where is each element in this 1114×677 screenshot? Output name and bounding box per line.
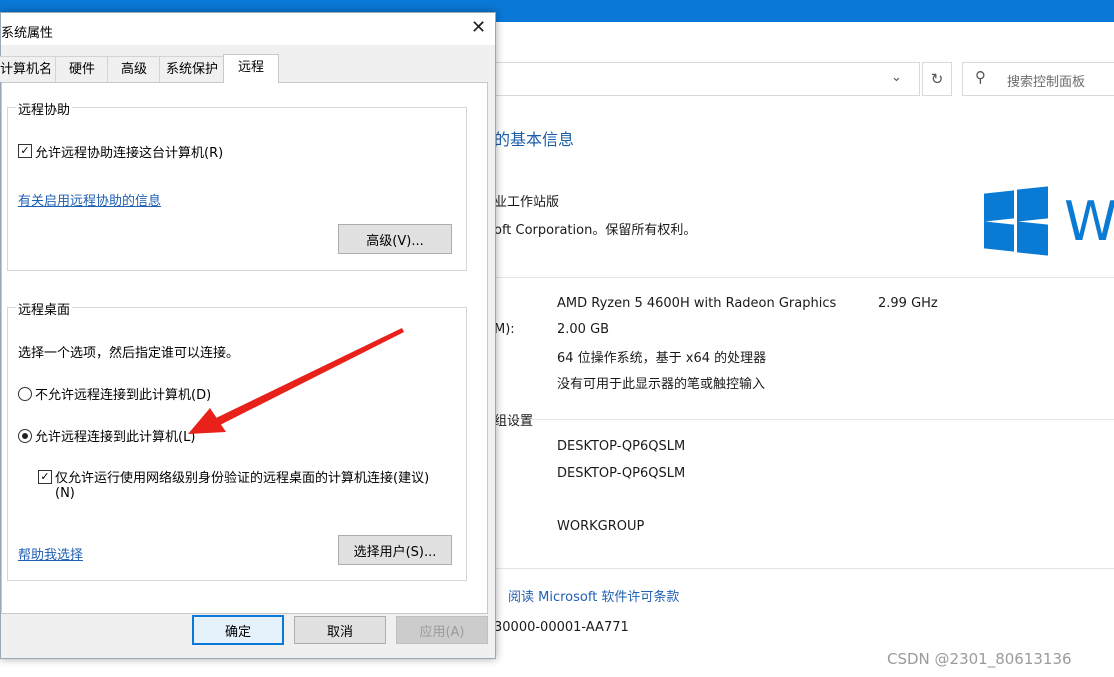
nla-label-mnemonic[interactable]: (N): [55, 486, 75, 501]
section-settings-label: 组设置: [494, 414, 534, 429]
dialog-titlebar: 系统属性 ✕: [1, 13, 495, 45]
divider: [494, 277, 1114, 278]
workgroup-value: WORKGROUP: [557, 519, 645, 534]
allow-assistance-checkbox[interactable]: ✓: [18, 144, 32, 158]
ok-button[interactable]: 确定: [192, 615, 284, 645]
tab-hardware[interactable]: 硬件: [55, 56, 109, 82]
tab-advanced[interactable]: 高级: [107, 56, 161, 82]
assistance-info-link[interactable]: 有关启用远程协助的信息: [18, 190, 161, 209]
windows-logo-icon: [984, 186, 1048, 256]
annotation-arrow: [188, 328, 404, 434]
processor-value: AMD Ryzen 5 4600H with Radeon Graphics: [557, 296, 837, 311]
watermark: CSDN @2301_80613136: [887, 650, 1072, 668]
divider: [494, 568, 1114, 569]
system-type-value: 64 位操作系统，基于 x64 的处理器: [557, 351, 767, 366]
allow-remote-radio[interactable]: [18, 429, 32, 443]
search-placeholder: 搜索控制面板: [1007, 75, 1086, 90]
ram-label: M):: [494, 322, 515, 337]
deny-remote-radio[interactable]: [18, 387, 32, 401]
ram-value: 2.00 GB: [557, 322, 610, 337]
chevron-down-icon[interactable]: ⌄: [891, 70, 902, 85]
tab-remote[interactable]: 远程: [223, 54, 279, 83]
tab-system-protection[interactable]: 系统保护: [159, 56, 225, 82]
windows-logo-text: W: [1064, 190, 1114, 253]
remote-assistance-label: 远程协助: [16, 99, 73, 118]
arrow-shaft: [216, 328, 404, 425]
full-name-value: DESKTOP-QP6QSLM: [557, 466, 686, 481]
nla-label[interactable]: 仅允许运行使用网络级别身份验证的远程桌面的计算机连接(建议): [55, 467, 429, 486]
remote-assistance-group: 远程协助 ✓ 允许远程协助连接这台计算机(R) 有关启用远程协助的信息 高级(V…: [7, 99, 467, 271]
refresh-icon[interactable]: ↻: [922, 62, 952, 96]
search-icon: ⚲: [975, 68, 986, 86]
processor-speed: 2.99 GHz: [878, 296, 938, 311]
dialog-title: 系统属性: [1, 26, 54, 41]
advanced-button[interactable]: 高级(V)...: [338, 224, 452, 254]
tab-computer-name[interactable]: 计算机名: [0, 56, 57, 82]
address-bar[interactable]: [460, 62, 920, 96]
cancel-button[interactable]: 取消: [294, 616, 386, 644]
close-icon[interactable]: ✕: [471, 17, 486, 38]
copyright-text: oft Corporation。保留所有权利。: [494, 223, 697, 238]
windows-edition: 业工作站版: [494, 195, 560, 210]
product-id-value: 30000-00001-AA771: [494, 620, 629, 635]
divider: [530, 419, 1114, 420]
nla-checkbox[interactable]: ✓: [38, 470, 52, 484]
help-me-choose-link[interactable]: 帮助我选择: [18, 544, 83, 563]
tab-strip: 计算机名 硬件 高级 系统保护 远程: [0, 46, 495, 83]
allow-assistance-label[interactable]: 允许远程协助连接这台计算机(R): [35, 142, 223, 161]
license-terms-link[interactable]: 阅读 Microsoft 软件许可条款: [508, 586, 679, 605]
pen-touch-value: 没有可用于此显示器的笔或触控输入: [557, 377, 766, 392]
search-input[interactable]: ⚲ 搜索控制面板: [962, 62, 1114, 96]
allow-remote-label[interactable]: 允许远程连接到此计算机(L): [35, 426, 195, 445]
apply-button[interactable]: 应用(A): [396, 616, 488, 644]
remote-desktop-label: 远程桌面: [16, 299, 73, 318]
computer-name-value: DESKTOP-QP6QSLM: [557, 439, 686, 454]
select-users-button[interactable]: 选择用户(S)...: [338, 535, 452, 565]
page-title: 的基本信息: [494, 130, 575, 149]
